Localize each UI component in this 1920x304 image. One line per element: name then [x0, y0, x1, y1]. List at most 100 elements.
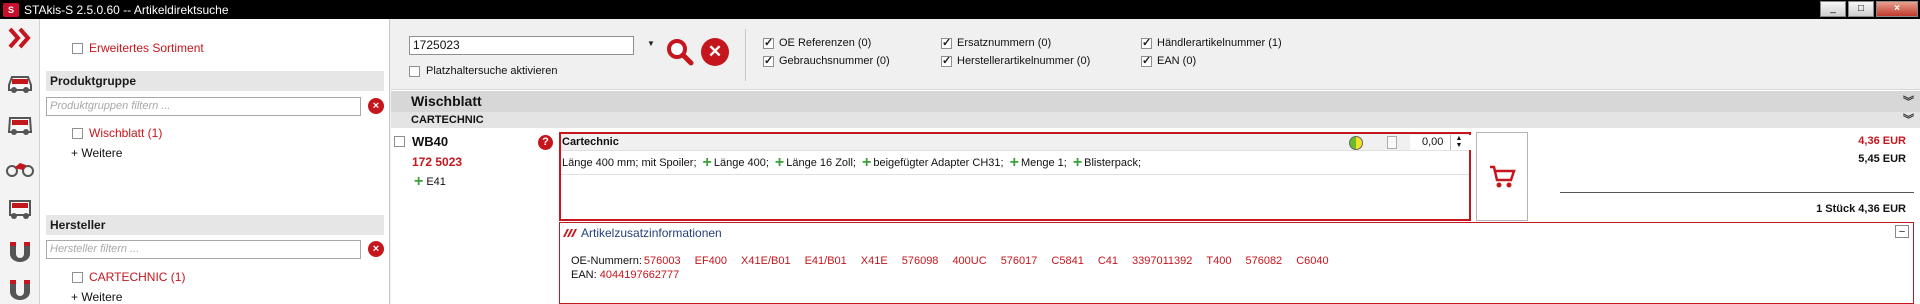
product-group-bar[interactable]: Wischblatt ︾	[391, 91, 1920, 112]
collapse-group-icon[interactable]: ︾	[1903, 92, 1914, 113]
oe-number[interactable]: C41	[1098, 255, 1118, 267]
ean-row-label: EAN:	[571, 269, 597, 281]
clear-product-group-filter-icon[interactable]: ×	[368, 98, 384, 114]
rail-item-van[interactable]	[6, 112, 34, 138]
wildcard-option[interactable]: Platzhaltersuche aktivieren	[409, 65, 557, 77]
product-group-item[interactable]: Wischblatt (1)	[72, 126, 162, 140]
oe-number[interactable]: 576003	[644, 255, 681, 267]
criterion-item[interactable]: + beigefügter Adapter CH31;	[862, 155, 1004, 171]
article-search-input[interactable]: 1725023	[409, 36, 634, 55]
option-usage-number[interactable]: Gebrauchsnummer (0)	[763, 54, 890, 67]
unit-price: 1 Stück 4,36 EUR	[1816, 203, 1906, 215]
option-oe-references[interactable]: OE Referenzen (0)	[763, 36, 871, 49]
manufacturer-header: Hersteller	[46, 215, 384, 235]
product-group-filter-input[interactable]: Produktgruppen filtern ...	[46, 97, 361, 116]
minimize-button[interactable]: _	[1820, 1, 1846, 17]
oe-number[interactable]: 576082	[1245, 255, 1282, 267]
product-group-more-link[interactable]: + Weitere	[71, 146, 122, 160]
search-history-dropdown-icon[interactable]: ▼	[647, 39, 655, 48]
oe-number[interactable]: 576098	[902, 255, 939, 267]
oe-number[interactable]: X41E	[861, 255, 888, 267]
criterion-label: Menge 1;	[1020, 157, 1067, 169]
manufacturer-more-link[interactable]: + Weitere	[71, 290, 122, 304]
brand-bar[interactable]: CARTECHNIC ︾	[391, 112, 1920, 128]
clear-search-icon[interactable]: ✕	[701, 38, 729, 66]
oe-number[interactable]: T400	[1206, 255, 1231, 267]
oe-number[interactable]: EF400	[695, 255, 727, 267]
article-info-header[interactable]: Artikelzusatzinformationen	[563, 226, 722, 240]
help-icon[interactable]: ?	[538, 135, 553, 150]
oe-references-checkbox[interactable]	[763, 36, 774, 49]
article-criteria: Länge 400 mm; mit Spoiler; + Länge 400; +…	[562, 154, 1141, 171]
stripe-logo-icon	[563, 229, 577, 237]
oe-number[interactable]: C5841	[1051, 255, 1083, 267]
article-name: WB40	[412, 134, 449, 149]
rail-item-parts[interactable]	[6, 238, 34, 264]
car-icon	[8, 76, 32, 93]
rail-item-tools[interactable]	[6, 276, 34, 302]
rail-item-car[interactable]	[6, 70, 34, 96]
plus-icon: +	[774, 154, 785, 171]
oe-number[interactable]: C6040	[1296, 255, 1328, 267]
option-dealer-article-number[interactable]: Händlerartikelnummer (1)	[1141, 36, 1282, 49]
collapse-info-button[interactable]: –	[1895, 225, 1909, 238]
ean-row: EAN: 4044197662777	[571, 269, 679, 281]
motorcycle-icon	[6, 163, 34, 177]
rail-item-motorcycle[interactable]	[6, 154, 34, 180]
criterion-item[interactable]: + Blisterpack;	[1073, 155, 1141, 171]
criterion-item[interactable]: + Länge 16 Zoll;	[774, 154, 856, 171]
manufacturer-item-checkbox[interactable]	[72, 271, 83, 283]
criterion-item[interactable]: + Länge 400;	[703, 155, 769, 171]
option-replacement-numbers[interactable]: Ersatznummern (0)	[941, 36, 1051, 49]
dealer-article-number-checkbox[interactable]	[1141, 36, 1152, 49]
availability-icon[interactable]	[1349, 136, 1363, 150]
add-to-cart-button[interactable]	[1476, 132, 1528, 221]
extended-assortment-checkbox[interactable]	[72, 42, 83, 54]
criteria-text: Länge 400 mm; mit Spoiler;	[562, 157, 697, 169]
option-ean[interactable]: EAN (0)	[1141, 54, 1196, 67]
ean-value[interactable]: 4044197662777	[600, 269, 680, 281]
detail-separator	[561, 174, 1469, 175]
usage-number-checkbox[interactable]	[763, 54, 774, 67]
oe-number[interactable]: E41/B01	[805, 255, 847, 267]
product-group-title: Wischblatt	[411, 93, 482, 109]
filter-panel: Erweitertes Sortiment Produktgruppe Prod…	[40, 19, 390, 304]
quantity-stepper[interactable]: ▲ ▼	[1450, 135, 1467, 150]
article-select[interactable]	[394, 136, 405, 147]
replacement-numbers-checkbox[interactable]	[941, 36, 952, 49]
truck-icon	[9, 200, 31, 219]
usage-number-label: Gebrauchsnummer (0)	[779, 55, 890, 67]
oe-number[interactable]: 576017	[1001, 255, 1038, 267]
wildcard-checkbox[interactable]	[409, 65, 420, 77]
product-group-item-checkbox[interactable]	[72, 127, 83, 139]
document-icon[interactable]	[1387, 136, 1397, 149]
rail-item-truck[interactable]	[6, 196, 34, 222]
maximize-button[interactable]: □	[1848, 1, 1874, 17]
oe-number[interactable]: 3397011392	[1132, 255, 1192, 267]
retail-price: 5,45 EUR	[1858, 153, 1906, 165]
oe-number[interactable]: X41E/B01	[741, 255, 791, 267]
manufacturer-item[interactable]: CARTECHNIC (1)	[72, 270, 185, 284]
criterion-label: Länge 400;	[713, 157, 769, 169]
option-manufacturer-article-number[interactable]: Herstellerartikelnummer (0)	[941, 54, 1090, 67]
manufacturer-item-label: CARTECHNIC (1)	[89, 270, 186, 284]
collapse-brand-icon[interactable]: ︾	[1903, 112, 1914, 128]
extended-assortment-option[interactable]: Erweitertes Sortiment	[72, 41, 204, 55]
navigation-rail	[0, 19, 40, 304]
collapse-panel-button[interactable]	[6, 25, 34, 51]
manufacturer-article-number-checkbox[interactable]	[941, 54, 952, 67]
close-window-button[interactable]: ×	[1876, 1, 1918, 17]
ean-checkbox[interactable]	[1141, 54, 1152, 67]
article-checkbox[interactable]	[394, 136, 405, 147]
clear-manufacturer-filter-icon[interactable]: ×	[368, 241, 384, 257]
criterion-item[interactable]: + Menge 1;	[1010, 155, 1067, 171]
oe-number[interactable]: 400UC	[952, 255, 986, 267]
article-reference[interactable]: + E41	[414, 174, 446, 190]
criterion-label: beigefügter Adapter CH31;	[873, 157, 1004, 169]
article-number[interactable]: 172 5023	[412, 155, 462, 169]
search-bar: 1725023 ▼ Platzhaltersuche aktivieren ✕ …	[391, 19, 1920, 90]
article-detail-header: Cartechnic 0,00 ▲ ▼	[561, 134, 1476, 151]
search-icon[interactable]	[666, 38, 694, 66]
article-detail-box: Cartechnic 0,00 ▲ ▼ Länge 400 mm; mit Spo…	[559, 132, 1476, 221]
manufacturer-filter-input[interactable]: Hersteller filtern ...	[46, 240, 361, 259]
